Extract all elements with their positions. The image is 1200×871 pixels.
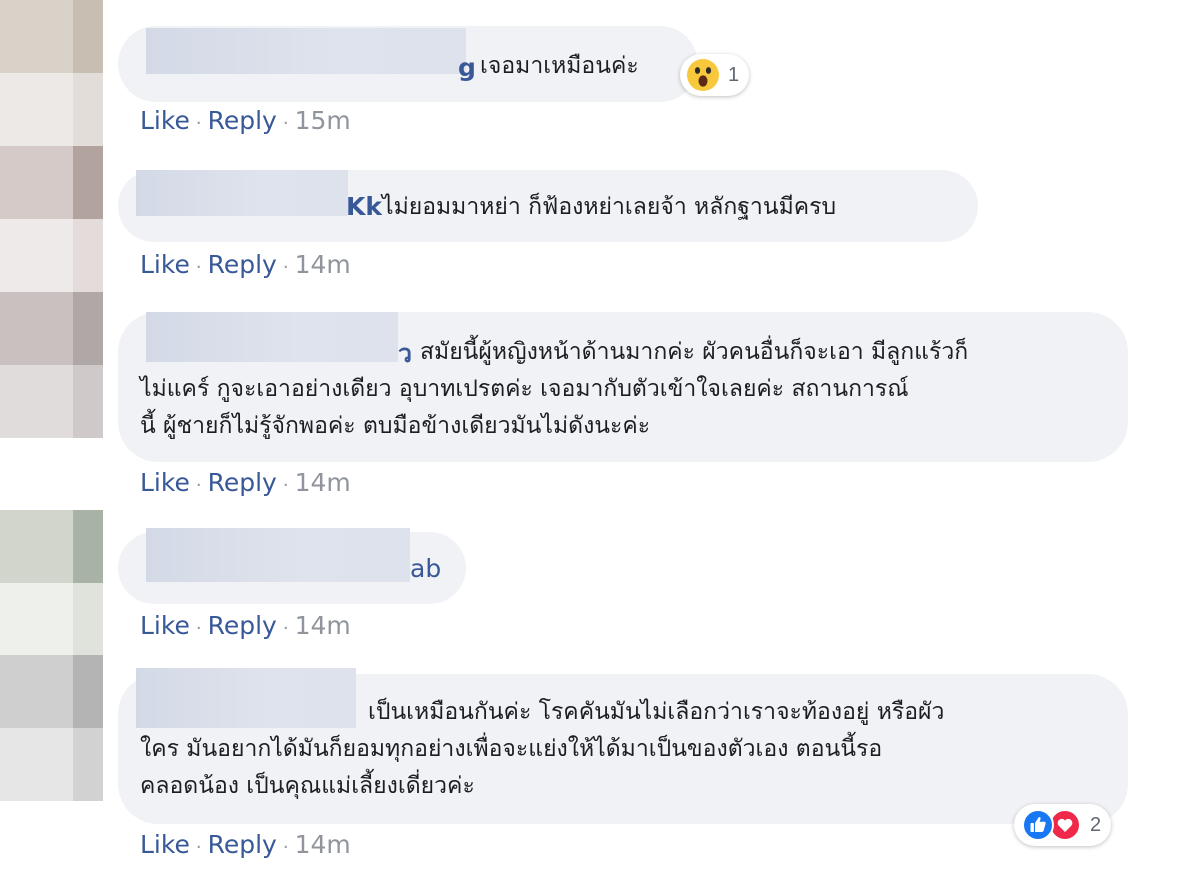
separator: · [195, 475, 202, 496]
comment-text: เป็นเหมือนกันค่ะ โรคคันมันไม่เลือกว่าเรา… [140, 699, 945, 799]
separator: · [195, 113, 202, 134]
comment-actions: Like · Reply · 14m [140, 468, 351, 501]
separator: · [282, 837, 289, 858]
separator: · [195, 837, 202, 858]
avatar [0, 292, 103, 438]
wow-reaction-icon [687, 59, 719, 91]
avatar [0, 655, 103, 801]
author-name-tail[interactable]: Kk [346, 189, 382, 225]
reply-link[interactable]: Reply [208, 250, 277, 279]
comment-bubble: g เจอมาเหมือนค่ะ [118, 26, 698, 102]
like-link[interactable]: Like [140, 106, 190, 135]
reply-link[interactable]: Reply [208, 468, 277, 497]
author-name-blurred[interactable] [146, 28, 466, 74]
comment-bubble: ab [118, 528, 466, 604]
reaction-count: 2 [1090, 813, 1102, 836]
separator: · [195, 257, 202, 278]
comment-bubble: Kk ไม่ยอมมาหย่า ก็ฟ้องหย่าเลยจ้า หลักฐาน… [118, 170, 978, 242]
author-name-blurred[interactable] [146, 528, 410, 582]
like-link[interactable]: Like [140, 830, 190, 859]
timestamp[interactable]: 14m [295, 611, 351, 640]
like-link[interactable]: Like [140, 468, 190, 497]
avatar [0, 0, 103, 146]
comment-actions: Like · Reply · 14m [140, 830, 351, 863]
comment-actions: Like · Reply · 14m [140, 611, 351, 644]
reply-link[interactable]: Reply [208, 611, 277, 640]
comment-bubble: เป็นเหมือนกันค่ะ โรคคันมันไม่เลือกว่าเรา… [118, 668, 1128, 824]
timestamp[interactable]: 14m [295, 468, 351, 497]
avatar [0, 146, 103, 292]
timestamp[interactable]: 14m [295, 830, 351, 859]
separator: · [282, 618, 289, 639]
avatar [0, 510, 103, 656]
separator: · [282, 475, 289, 496]
reaction-summary[interactable]: 2 [1014, 804, 1112, 846]
reaction-summary[interactable]: 1 [680, 54, 750, 96]
author-name-tail[interactable]: ab [410, 551, 441, 587]
reply-link[interactable]: Reply [208, 830, 277, 859]
like-link[interactable]: Like [140, 250, 190, 279]
separator: · [282, 257, 289, 278]
comment-bubble: ว สมัยนี้ผู้หญิงหน้าด้านมากค่ะ ผัวคนอื่น… [118, 312, 1128, 462]
comment-actions: Like · Reply · 15m [140, 106, 351, 139]
separator: · [195, 618, 202, 639]
comment-text: เจอมาเหมือนค่ะ [480, 53, 639, 79]
comment-text: สมัยนี้ผู้หญิงหน้าด้านมากค่ะ ผัวคนอื่นก็… [140, 339, 969, 439]
author-name-tail[interactable]: g [458, 50, 476, 86]
timestamp[interactable]: 14m [295, 250, 351, 279]
comment-actions: Like · Reply · 14m [140, 250, 351, 283]
separator: · [282, 113, 289, 134]
reply-link[interactable]: Reply [208, 106, 277, 135]
comment-text: ไม่ยอมมาหย่า ก็ฟ้องหย่าเลยจ้า หลักฐานมีค… [382, 194, 837, 220]
timestamp[interactable]: 15m [295, 106, 351, 135]
author-name-blurred[interactable] [136, 170, 348, 216]
reaction-count: 1 [728, 63, 740, 86]
like-link[interactable]: Like [140, 611, 190, 640]
like-love-reaction-icon [1022, 809, 1081, 841]
